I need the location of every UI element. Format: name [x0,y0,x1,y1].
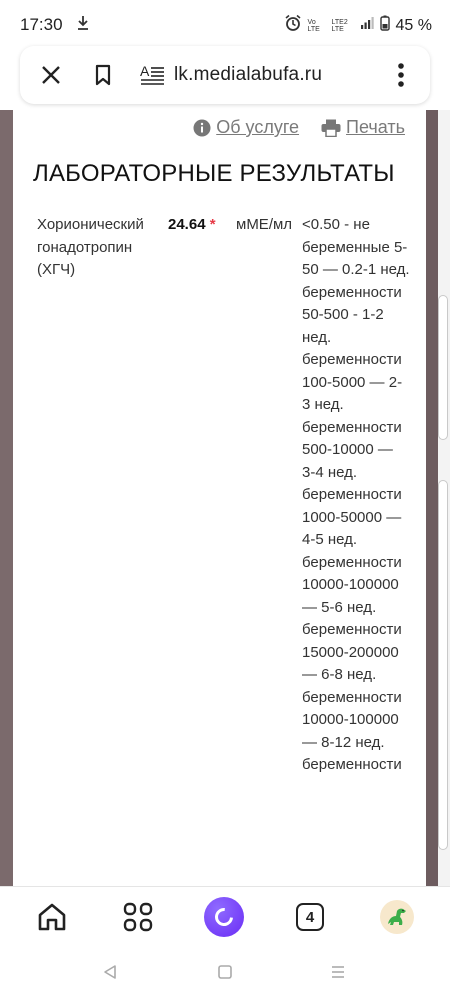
battery-icon [379,15,390,36]
services-button[interactable] [118,897,158,937]
print-label: Печать [346,117,405,137]
test-unit: мМЕ/мл [236,216,293,233]
status-bar: 17:30 Vo LTE LTE2 LTE 45 % [0,0,450,48]
background-panel-edge [438,480,448,850]
test-name: Хорионический гонадотропин (ХГЧ) [37,216,144,278]
page-title: ЛАБОРАТОРНЫЕ РЕЗУЛЬТАТЫ [33,160,395,187]
overlay-left-edge [0,110,13,888]
close-icon [42,66,60,84]
more-button[interactable] [386,60,416,90]
network-type-top: Vo LTE [307,18,320,33]
about-service-label: Об услуге [216,117,300,137]
close-tab-button[interactable] [36,60,66,90]
profile-button[interactable] [377,897,417,937]
out-of-range-flag: * [209,216,216,233]
more-icon [398,63,404,87]
svg-text:A: A [140,64,150,79]
browser-bottom-bar: 4 [0,886,450,946]
home-icon [38,903,66,931]
url-field[interactable]: lk.medialabufa.ru [174,64,322,86]
battery-percent: 45 % [395,16,432,34]
alice-icon [204,897,244,937]
reference-range: <0.50 - не беременные 5-50 — 0.2-1 нед. … [302,216,410,773]
url-bar: A lk.medialabufa.ru [20,46,430,104]
bookmark-button[interactable] [88,60,118,90]
dino-icon [380,900,414,934]
header-links: Об услуге Печать [193,117,405,138]
home-nav-icon[interactable] [217,964,233,985]
back-nav-icon[interactable] [102,964,118,985]
home-button[interactable] [32,897,72,937]
status-indicators: Vo LTE LTE2 LTE 45 % [284,14,432,37]
test-value-cell: 24.64 * [168,214,228,237]
reader-mode-button[interactable]: A [138,60,168,90]
system-navigation-bar [0,946,450,1000]
tabs-count: 4 [296,903,324,931]
background-panel-edge [438,295,448,440]
test-value: 24.64 [168,216,206,233]
alice-button[interactable] [204,897,244,937]
alarm-icon [284,14,302,37]
printer-icon [321,119,341,137]
about-service-link[interactable]: Об услуге [193,117,299,138]
reader-mode-icon: A [140,64,164,85]
status-time: 17:30 [20,15,63,34]
signal-icon [360,16,374,35]
tabs-button[interactable]: 4 [290,897,330,937]
bookmark-icon [95,64,111,86]
recents-nav-icon[interactable] [330,964,346,985]
grid-icon [123,902,153,932]
info-icon [193,119,211,136]
print-link[interactable]: Печать [321,117,405,138]
download-icon [76,14,90,37]
network-type-bottom: LTE2 LTE [331,18,348,33]
